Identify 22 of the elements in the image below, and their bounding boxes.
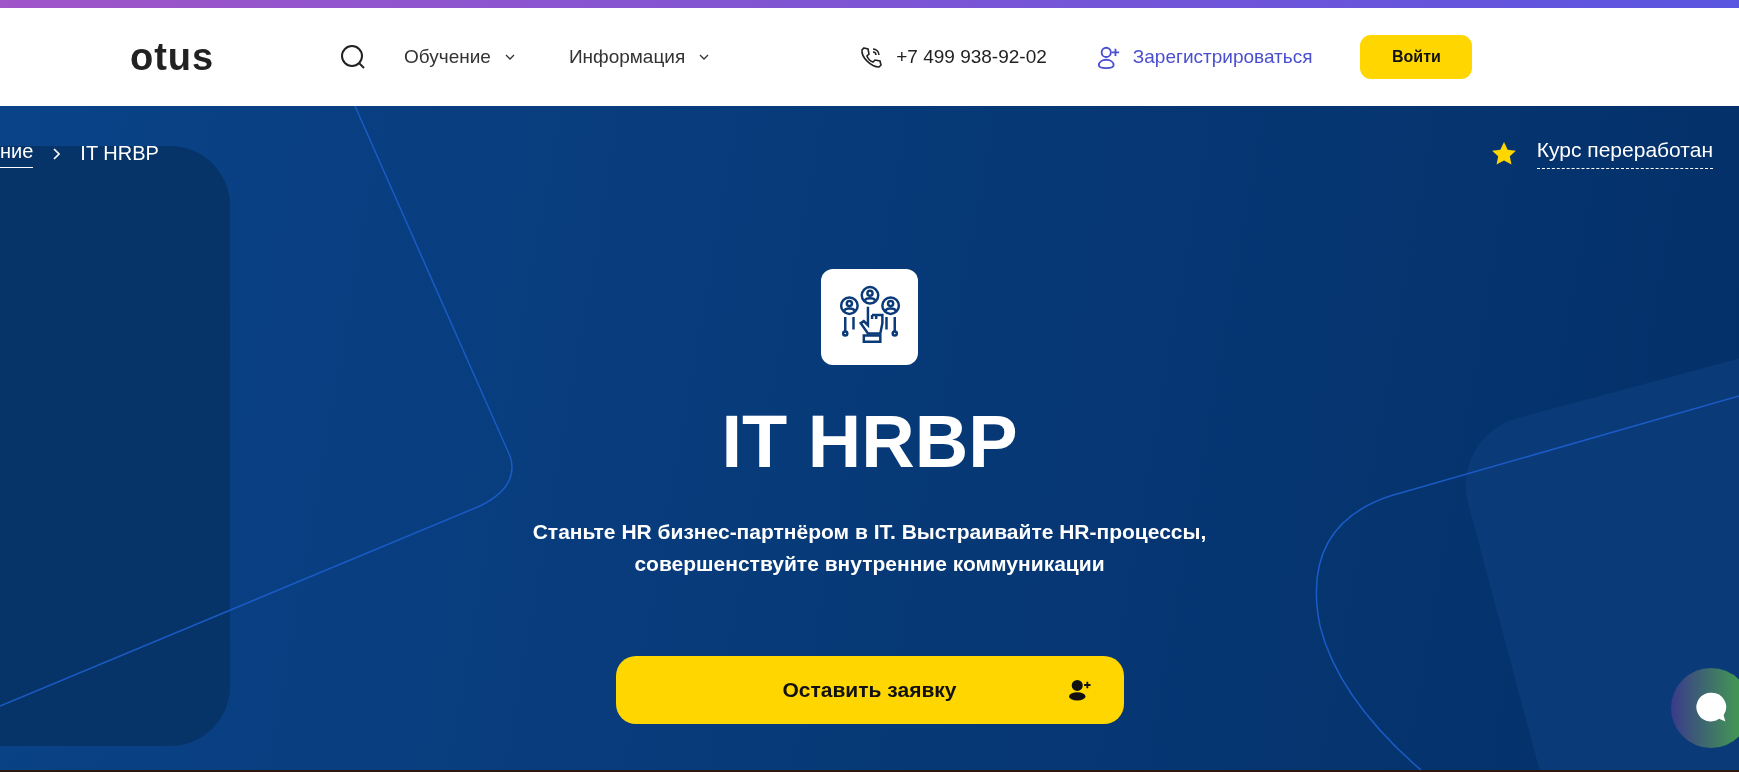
breadcrumb-link[interactable]: ние <box>0 139 34 168</box>
course-title: IT HRBP <box>721 401 1018 483</box>
apply-button[interactable]: Оставить заявку <box>615 656 1124 725</box>
star-icon <box>1490 140 1517 167</box>
chevron-down-icon <box>699 54 710 60</box>
logo[interactable]: otus <box>130 38 230 76</box>
register-link[interactable]: Зарегистрироваться <box>1096 45 1313 69</box>
chevron-right-icon <box>53 147 61 160</box>
search-icon[interactable] <box>340 44 366 70</box>
login-button[interactable]: Войти <box>1360 35 1473 79</box>
course-updated-link[interactable]: Курс переработан <box>1536 138 1713 169</box>
subtitle-text: совершенствуйте внутренние коммуникации <box>633 551 1106 578</box>
phone-number[interactable]: +7 499 938-92-02 <box>896 46 1047 68</box>
breadcrumb-current: IT HRBP <box>80 142 159 165</box>
subtitle-text: Станьте HR бизнес-партнёром в IT. Выстраивайте HR-процессы, <box>532 519 1207 546</box>
user-plus-icon <box>1067 679 1092 702</box>
nav-menu-item[interactable]: Обучение <box>404 46 515 68</box>
nav-menu-item[interactable]: Информация <box>568 46 710 68</box>
chevron-down-icon <box>504 54 515 60</box>
hr-network-icon <box>821 269 918 365</box>
user-plus-icon <box>1096 45 1121 69</box>
phone-icon <box>859 45 884 69</box>
